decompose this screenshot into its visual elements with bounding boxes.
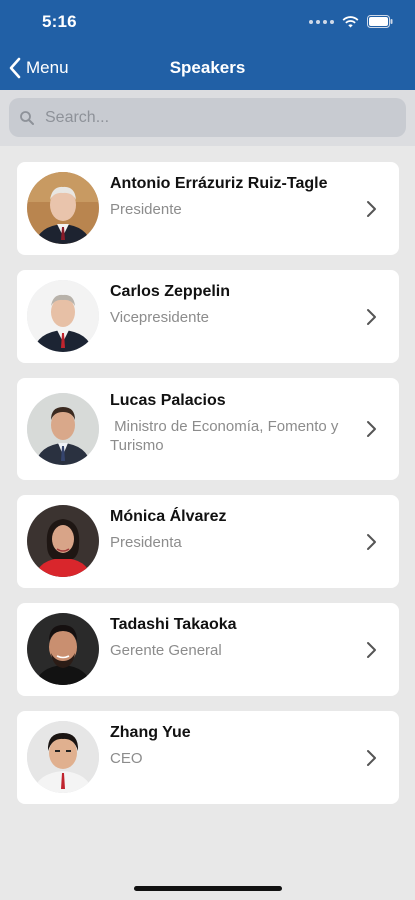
speaker-name: Carlos Zeppelin [110,283,231,300]
speaker-role: Presidente [110,201,182,218]
speaker-photo [27,280,99,352]
speaker-role: CEO [110,750,143,767]
speaker-role: Ministro de Economía, Fomento y Turismo [110,418,343,454]
speaker-card[interactable]: Zhang Yue CEO [17,711,399,804]
search-icon [20,110,34,125]
speaker-info: Antonio Errázuriz Ruiz-Tagle Presidente [110,174,355,219]
speaker-card[interactable]: Mónica Álvarez Presidenta [17,495,399,588]
speaker-card[interactable]: Tadashi Takaoka Gerente General [17,603,399,696]
search-field[interactable] [9,98,406,137]
chevron-right-icon [367,201,376,217]
chevron-right-icon [367,309,376,325]
chevron-right-icon [367,642,376,658]
speaker-photo [27,505,99,577]
chevron-right-icon [367,750,376,766]
speaker-role: Presidenta [110,534,182,551]
speaker-card[interactable]: Antonio Errázuriz Ruiz-Tagle Presidente [17,162,399,255]
home-indicator [134,886,282,891]
status-icons [309,15,393,28]
speaker-name: Zhang Yue [110,724,191,741]
speaker-name: Lucas Palacios [110,392,226,409]
speaker-name: Tadashi Takaoka [110,616,237,633]
speaker-list: Antonio Errázuriz Ruiz-Tagle Presidente … [17,162,399,819]
speaker-photo [27,172,99,244]
speaker-name: Antonio Errázuriz Ruiz-Tagle [110,175,328,192]
speaker-info: Lucas Palacios Ministro de Economía, Fom… [110,391,355,455]
speaker-photo [27,721,99,793]
wifi-icon [342,15,359,27]
speaker-role: Vicepresidente [110,309,209,326]
speaker-card[interactable]: Lucas Palacios Ministro de Economía, Fom… [17,378,399,480]
page-title: Speakers [169,58,246,77]
speaker-info: Carlos Zeppelin Vicepresidente [110,282,355,327]
status-time: 5:16 [42,12,77,31]
navigation-bar: Menu Speakers [0,46,415,90]
speaker-name: Mónica Álvarez [110,508,227,525]
chevron-right-icon [367,534,376,550]
speaker-photo [27,393,99,465]
chevron-right-icon [367,421,376,437]
speaker-photo [27,613,99,685]
battery-icon [367,15,393,28]
speaker-info: Zhang Yue CEO [110,723,355,768]
speaker-info: Tadashi Takaoka Gerente General [110,615,355,660]
speaker-info: Mónica Álvarez Presidenta [110,507,355,552]
signal-icon [309,19,334,24]
speaker-role: Gerente General [110,642,222,659]
search-input[interactable] [45,108,375,127]
speaker-card[interactable]: Carlos Zeppelin Vicepresidente [17,270,399,363]
status-bar: 5:16 [0,0,415,46]
search-bar [0,90,415,146]
